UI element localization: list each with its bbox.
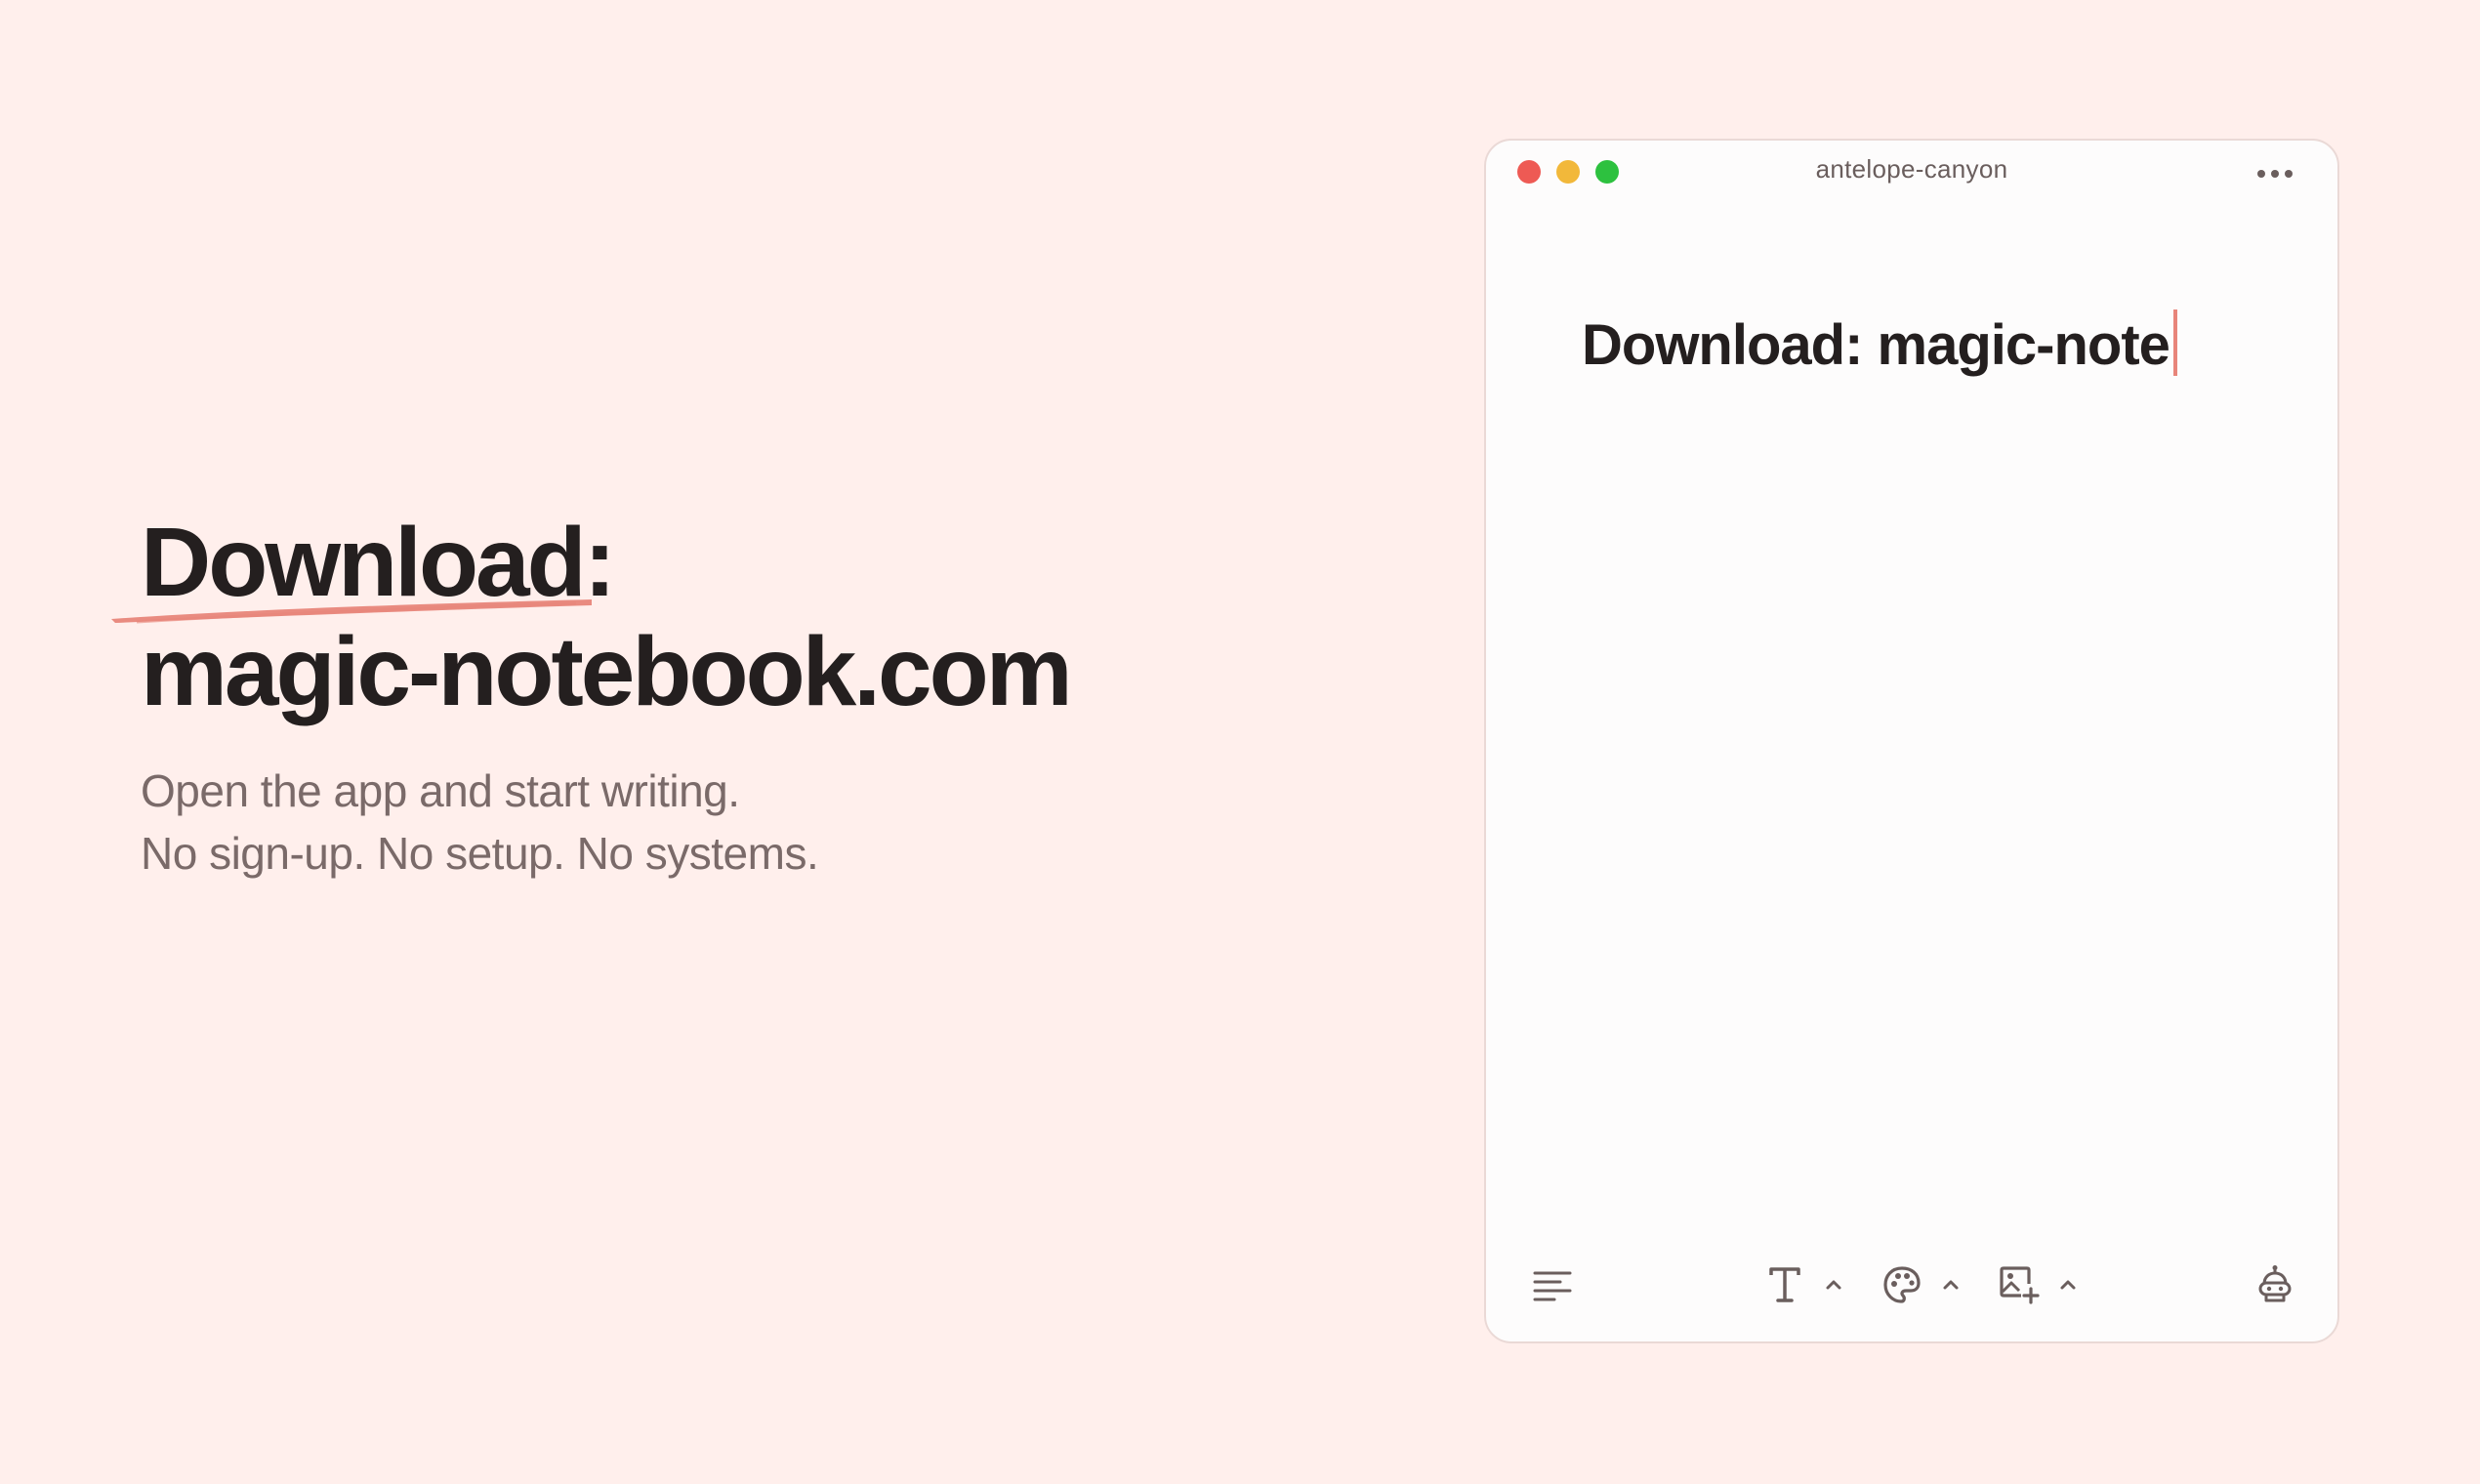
hero-subtitle: Open the app and start writing. No sign-… xyxy=(141,760,1312,885)
chevron-up-icon xyxy=(1943,1280,1959,1290)
editor-area[interactable]: Download: magic-note xyxy=(1582,307,2279,385)
outline-lines-icon xyxy=(1533,1271,1572,1301)
text-format-button[interactable] xyxy=(1754,1256,1816,1314)
app-window: antelope-canyon Download: magic-note xyxy=(1484,139,2339,1343)
text-format-icon xyxy=(1769,1267,1800,1302)
palette-icon xyxy=(1883,1266,1921,1303)
hero-title-line-1: Download: xyxy=(111,508,1312,624)
bottom-toolbar xyxy=(1486,1256,2337,1314)
insert-image-button[interactable] xyxy=(1988,1256,2050,1314)
hero-title-download: Download: xyxy=(141,508,616,617)
hero-title-line-2: magic-notebook.com xyxy=(141,617,1073,726)
theme-palette-button[interactable] xyxy=(1871,1256,1933,1314)
assistant-button[interactable] xyxy=(2244,1256,2306,1314)
text-format-menu-button[interactable] xyxy=(1816,1256,1851,1314)
outline-button[interactable] xyxy=(1523,1256,1582,1314)
insert-image-menu-button[interactable] xyxy=(2050,1256,2086,1314)
text-caret xyxy=(2172,309,2177,376)
hero-title: Download: magic-notebook.com xyxy=(111,508,1312,726)
chevron-up-icon xyxy=(2060,1280,2076,1290)
more-horizontal-icon xyxy=(2257,170,2293,178)
more-options-button[interactable] xyxy=(2252,160,2298,187)
editor-text: Download: magic-note xyxy=(1582,313,2170,377)
hero-subtitle-line-2: No sign-up. No setup. No systems. xyxy=(141,828,819,879)
window-title: antelope-canyon xyxy=(1815,154,2008,184)
hero-section: Download: magic-notebook.com Open the ap… xyxy=(111,508,1312,885)
hero-subtitle-line-1: Open the app and start writing. xyxy=(141,765,740,816)
robot-assistant-icon xyxy=(2258,1265,2292,1302)
image-add-icon xyxy=(2000,1266,2040,1304)
window-titlebar[interactable]: antelope-canyon xyxy=(1486,141,2337,203)
theme-palette-menu-button[interactable] xyxy=(1933,1256,1968,1314)
chevron-up-icon xyxy=(1826,1280,1841,1290)
